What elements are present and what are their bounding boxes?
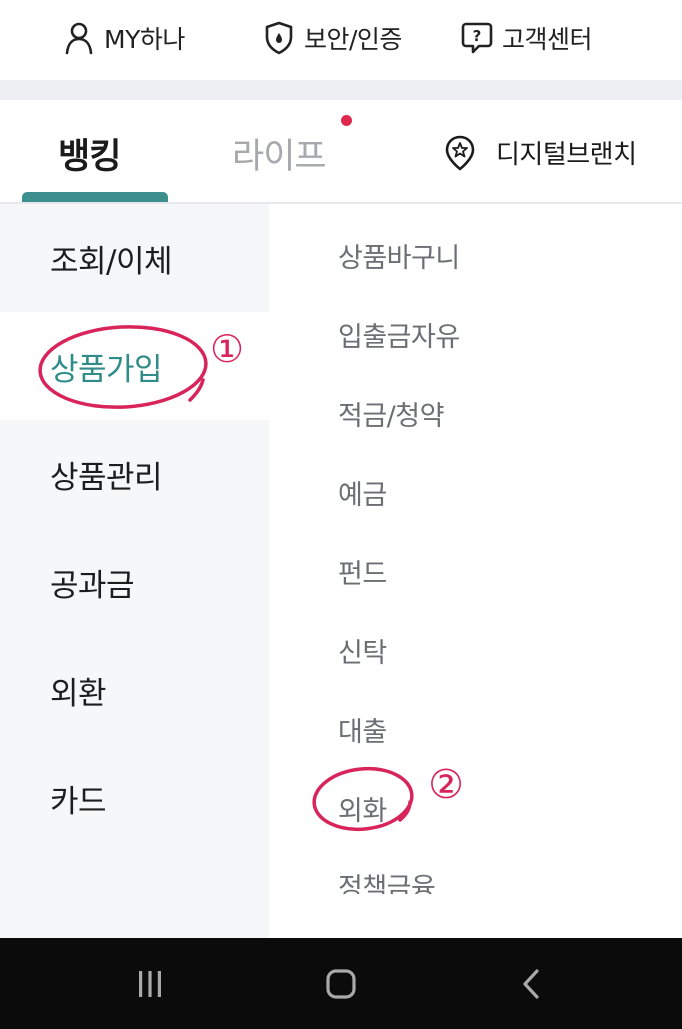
- category-utility-bills[interactable]: 공과금: [0, 528, 269, 636]
- home-button[interactable]: [311, 958, 371, 1010]
- submenu-trust[interactable]: 신탁: [338, 631, 387, 670]
- system-navigation-bar: [0, 938, 682, 1029]
- category-product-management[interactable]: 상품관리: [0, 420, 269, 528]
- submenu-savings-subscription[interactable]: 적금/청약: [338, 394, 444, 433]
- submenu-foreign-currency[interactable]: 외화: [338, 789, 387, 828]
- submenu-fund[interactable]: 펀드: [338, 552, 387, 591]
- section-divider: [0, 80, 682, 100]
- security-auth-label: 보안/인증: [304, 25, 402, 54]
- notification-dot: [341, 115, 352, 126]
- back-button[interactable]: [502, 958, 562, 1010]
- security-auth-button[interactable]: 보안/인증: [262, 17, 402, 59]
- tab-life[interactable]: 라이프: [232, 128, 327, 179]
- shield-icon: [262, 21, 296, 55]
- submenu-demand-deposit[interactable]: 입출금자유: [338, 315, 460, 354]
- customer-center-label: 고객센터: [502, 25, 593, 54]
- my-hana-label: MY하나: [104, 25, 185, 54]
- location-star-icon: [444, 135, 476, 171]
- person-icon: [62, 21, 96, 55]
- submenu-policy-finance[interactable]: 정책금융: [338, 866, 435, 894]
- customer-center-button[interactable]: ? 고객센터: [460, 17, 593, 59]
- recent-apps-icon: [139, 971, 161, 997]
- category-card[interactable]: 카드: [0, 744, 269, 852]
- category-sidebar: 조회/이체 상품가입 상품관리 공과금 외환 카드: [0, 204, 269, 938]
- category-foreign-exchange[interactable]: 외환: [0, 636, 269, 744]
- home-icon: [326, 969, 356, 999]
- submenu-deposit[interactable]: 예금: [338, 473, 387, 512]
- digital-branch-label: 디지털브랜치: [496, 140, 637, 170]
- back-icon: [523, 969, 539, 999]
- top-utility-bar: MY하나 보안/인증 ? 고객센터: [0, 0, 682, 80]
- recent-apps-button[interactable]: [120, 958, 180, 1010]
- submenu-loan[interactable]: 대출: [338, 710, 387, 749]
- tab-banking[interactable]: 뱅킹: [58, 128, 121, 179]
- submenu-product-basket[interactable]: 상품바구니: [338, 236, 460, 275]
- help-chat-icon: ?: [460, 21, 494, 55]
- active-tab-indicator: [22, 192, 168, 202]
- my-hana-button[interactable]: MY하나: [62, 17, 185, 59]
- category-product-signup[interactable]: 상품가입: [0, 312, 269, 420]
- svg-text:?: ?: [473, 27, 482, 45]
- annotation-mark-2: ②: [428, 762, 464, 808]
- digital-branch-button[interactable]: 디지털브랜치: [444, 134, 637, 171]
- category-inquiry-transfer[interactable]: 조회/이체: [0, 204, 269, 312]
